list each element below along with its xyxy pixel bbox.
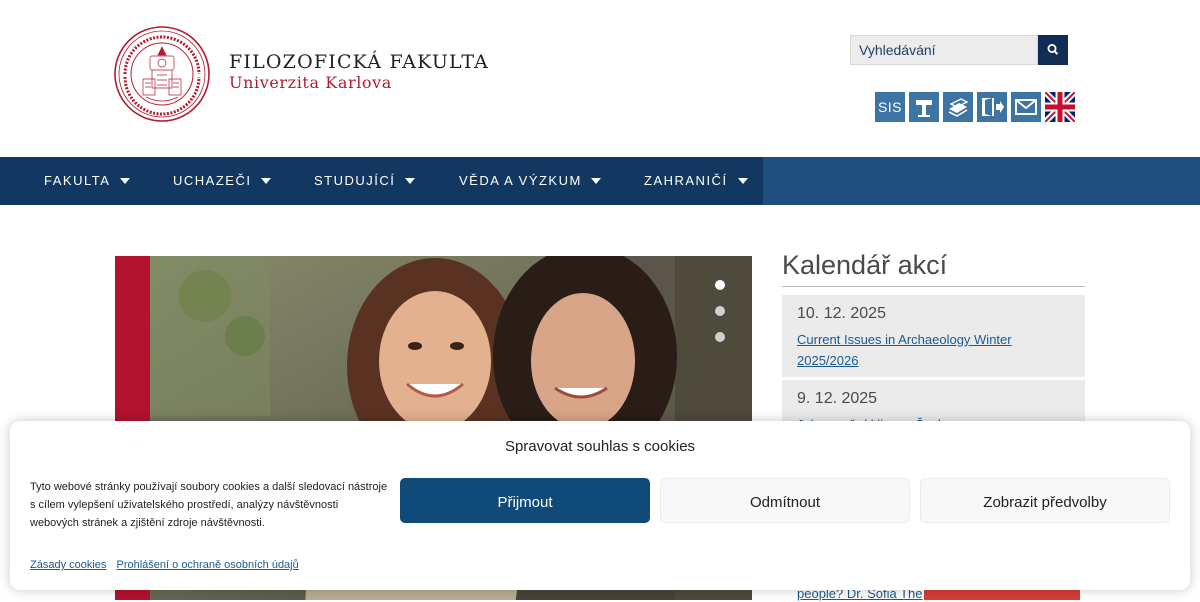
faculty-title: FILOZOFICKÁ FAKULTA xyxy=(229,51,490,73)
email-link[interactable] xyxy=(1011,92,1041,122)
site-header: FILOZOFICKÁ FAKULTA Univerzita Karlova S… xyxy=(0,0,1200,157)
calendar-title: Kalendář akcí xyxy=(782,250,948,280)
university-name: Univerzita Karlova xyxy=(229,73,392,92)
sis-link[interactable]: SIS xyxy=(875,92,905,122)
nav-item-veda-a-vyzkum[interactable]: VĚDA A VÝZKUM xyxy=(431,157,616,205)
nav-item-zahranici[interactable]: ZAHRANIČÍ xyxy=(616,157,763,205)
caret-down-icon xyxy=(261,178,271,184)
privacy-statement-link[interactable]: Prohlášení o ochraně osobních údajů xyxy=(117,559,299,571)
books-icon xyxy=(948,98,969,117)
nav-item-label: ZAHRANIČÍ xyxy=(644,173,728,188)
cookie-policy-link[interactable]: Zásady cookies xyxy=(30,559,106,571)
id-card-icon xyxy=(916,100,932,117)
nav-item-label: VĚDA A VÝZKUM xyxy=(459,173,582,188)
nav-item-uchazeci[interactable]: UCHAZEČI xyxy=(145,157,287,205)
main-navigation: FAKULTA UCHAZEČI STUDUJÍCÍ VĚDA A VÝZKUM… xyxy=(0,157,1200,205)
view-preferences-button[interactable]: Zobrazit předvolby xyxy=(920,478,1170,523)
cookie-dialog-title: Spravovat souhlas s cookies xyxy=(504,438,696,455)
slide-dot-2[interactable] xyxy=(715,306,725,316)
nav-item-label: STUDUJÍCÍ xyxy=(314,173,396,188)
cookie-policy-links: Zásady cookies Prohlášení o ochraně osob… xyxy=(30,559,306,571)
event-link[interactable]: Current Issues in Archaeology Winter 202… xyxy=(797,329,1070,371)
caret-down-icon xyxy=(120,178,130,184)
nav-item-fakulta[interactable]: FAKULTA xyxy=(0,157,145,205)
login-door-icon xyxy=(982,98,1004,116)
caret-down-icon xyxy=(738,178,748,184)
nav-item-studujici[interactable]: STUDUJÍCÍ xyxy=(287,157,431,205)
nav-item-label: UCHAZEČI xyxy=(173,173,252,188)
library-link[interactable] xyxy=(943,92,973,122)
accept-cookies-button[interactable]: Přijmout xyxy=(400,478,650,523)
deny-cookies-button[interactable]: Odmítnout xyxy=(660,478,910,523)
university-seal-logo[interactable] xyxy=(113,25,211,123)
cookie-description: Tyto webové stránky používají soubory co… xyxy=(30,481,388,529)
caret-down-icon xyxy=(591,178,601,184)
id-card-link[interactable] xyxy=(909,92,939,122)
slide-dot-1[interactable] xyxy=(715,280,725,290)
uk-flag-icon xyxy=(1045,92,1075,122)
search-icon xyxy=(1047,43,1059,55)
slide-dot-3[interactable] xyxy=(715,332,725,342)
nav-item-label: FAKULTA xyxy=(44,173,111,188)
calendar-event: 10. 12. 2025 Current Issues in Archaeolo… xyxy=(782,295,1085,377)
search-box xyxy=(850,35,1068,65)
search-input[interactable] xyxy=(850,35,1038,65)
login-link[interactable] xyxy=(977,92,1007,122)
caret-down-icon xyxy=(405,178,415,184)
event-date: 10. 12. 2025 xyxy=(797,305,886,322)
search-button[interactable] xyxy=(1038,35,1068,65)
event-date: 9. 12. 2025 xyxy=(797,390,878,407)
calendar-divider xyxy=(782,286,1085,287)
cookie-consent-dialog: Spravovat souhlas s cookies Tyto webové … xyxy=(10,421,1190,590)
english-version-link[interactable] xyxy=(1045,92,1075,122)
faculty-name[interactable]: FILOZOFICKÁ FAKULTA Univerzita Karlova xyxy=(229,51,489,93)
envelope-icon xyxy=(1015,99,1037,115)
